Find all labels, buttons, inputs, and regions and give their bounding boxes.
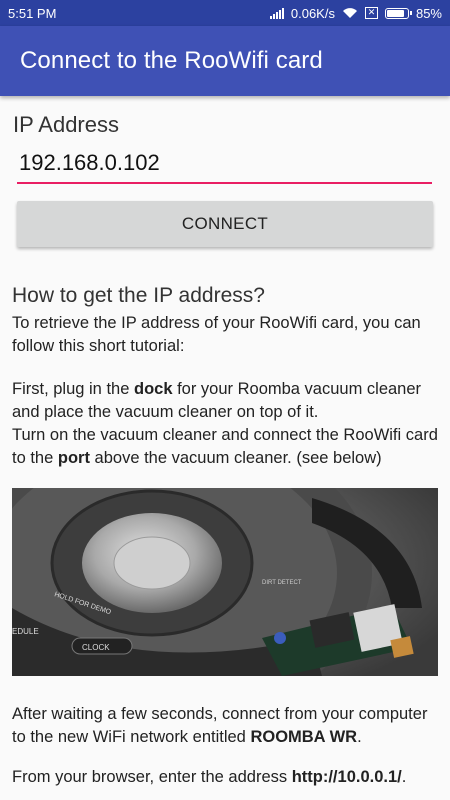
status-icons: 0.06K/s ✕ 85%: [269, 5, 442, 21]
step-browser-text: From your browser, enter the address htt…: [12, 768, 407, 786]
connect-button[interactable]: CONNECT: [17, 201, 433, 247]
photo-clock-label: CLOCK: [82, 643, 110, 652]
app-title: Connect to the RooWifi card: [20, 47, 323, 74]
battery-icon: [384, 7, 412, 19]
wifi-icon: [342, 8, 357, 18]
step-network-text: After waiting a few seconds, connect fro…: [12, 705, 428, 746]
photo-dirt-label: DIRT DETECT: [262, 580, 302, 586]
signal-icon: [269, 7, 284, 19]
status-time: 5:51 PM: [8, 5, 57, 21]
ip-address-input[interactable]: [17, 148, 432, 184]
step-port-text: Turn on the vacuum cleaner and connect t…: [12, 426, 438, 467]
network-speed: 0.06K/s: [290, 5, 335, 21]
no-sim-icon: ✕: [364, 7, 378, 19]
battery-percent: 85%: [415, 5, 442, 21]
roomba-roowifi-photo: CLOCK EDULE HOLD FOR DEMO DIRT DETECT: [12, 488, 438, 676]
step-dock-text: First, plug in the dock for your Roomba …: [12, 380, 422, 421]
app-bar: Connect to the RooWifi card: [0, 26, 450, 96]
photo-schedule-label: EDULE: [12, 627, 39, 636]
howto-intro: To retrieve the IP address of your RooWi…: [12, 314, 421, 355]
howto-title: How to get the IP address?: [12, 284, 265, 307]
status-bar: 5:51 PM 0.06K/s ✕ 85%: [0, 0, 450, 26]
ip-address-label: IP Address: [13, 112, 119, 137]
